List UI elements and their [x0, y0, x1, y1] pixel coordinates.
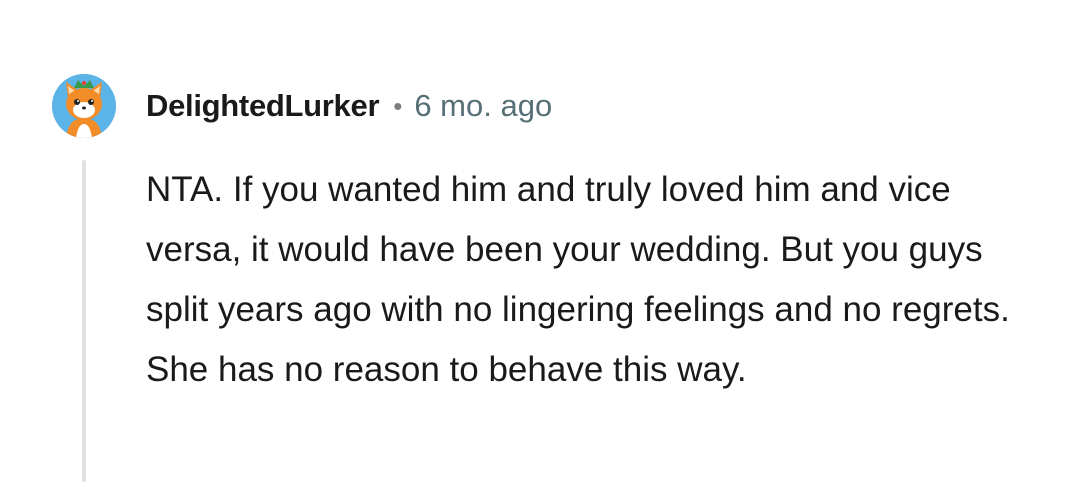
comment: DelightedLurker • 6 mo. ago NTA. If you … — [0, 0, 1080, 482]
author-username[interactable]: DelightedLurker — [146, 88, 380, 124]
comment-header: DelightedLurker • 6 mo. ago — [146, 84, 552, 128]
thread-line[interactable] — [82, 160, 86, 482]
comment-timestamp[interactable]: 6 mo. ago — [414, 88, 552, 124]
user-avatar[interactable] — [52, 74, 116, 138]
orange-fox-avatar-icon — [52, 74, 116, 138]
comment-body: NTA. If you wanted him and truly loved h… — [146, 170, 1010, 389]
meta-separator: • — [393, 90, 403, 121]
